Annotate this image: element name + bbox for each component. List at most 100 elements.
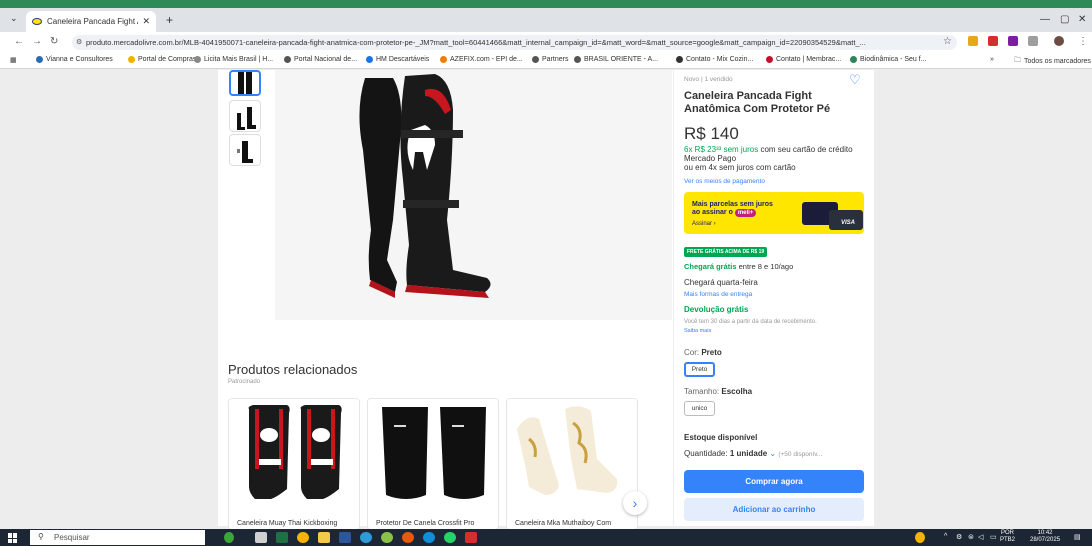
tray-app-icon[interactable]: ⚙ <box>956 533 962 541</box>
more-bookmarks-button[interactable]: » <box>990 56 994 63</box>
size-label: Tamanho: Escolha <box>684 387 753 396</box>
main-product-image[interactable] <box>275 70 672 320</box>
restore-icon[interactable]: ▢ <box>1060 14 1069 25</box>
close-window-icon[interactable]: ✕ <box>1078 14 1086 25</box>
extension-icon[interactable] <box>968 36 978 46</box>
minimize-icon[interactable]: — <box>1040 14 1050 25</box>
volume-icon[interactable]: ◁ <box>978 533 983 541</box>
forward-icon[interactable]: → <box>32 36 42 47</box>
meli-plus-badge: meli+ <box>734 209 757 217</box>
file-explorer-icon[interactable] <box>318 532 330 543</box>
bookmark-item[interactable]: Partners <box>532 56 568 63</box>
browser-tab[interactable]: Caneleira Pancada Fight Anatô ✕ <box>26 11 156 32</box>
extension-icon[interactable] <box>988 36 998 46</box>
bookmark-item[interactable]: Contato | Membrac... <box>766 56 841 63</box>
excel-icon[interactable] <box>276 532 288 543</box>
color-label: Cor: Preto <box>684 348 722 357</box>
product-thumbnail[interactable] <box>229 100 261 132</box>
color-option-preto[interactable]: Preto <box>684 362 715 377</box>
carousel-next-button[interactable]: › <box>623 491 647 515</box>
chevron-down-icon: ⌄ <box>769 449 777 458</box>
all-bookmarks-folder[interactable]: 🗀 Todos os marcadores <box>1014 56 1091 67</box>
firefox-icon[interactable] <box>402 532 414 543</box>
browser-menu-icon[interactable]: ⋮ <box>1078 36 1088 47</box>
edge-icon[interactable] <box>423 532 435 543</box>
more-delivery-options-link[interactable]: Mais formas de entrega <box>684 291 752 298</box>
related-product-card[interactable]: Caneleira Mka Muthaiboy Com <box>506 398 638 530</box>
product-title: Caneleira Pancada Fight Anatômica Com Pr… <box>684 90 831 115</box>
bookmark-item[interactable]: Contato - Mix Cozin... <box>676 56 753 63</box>
display-icon[interactable]: ▭ <box>990 533 997 541</box>
free-returns-title: Devolução grátis <box>684 305 749 314</box>
bookmark-item[interactable]: Vianna e Consultores <box>36 56 113 63</box>
bookmark-icon <box>366 56 373 63</box>
windows-start-icon[interactable] <box>8 533 18 543</box>
product-thumbnail[interactable] <box>229 134 261 166</box>
installments-info: 6x R$ 23³³ sem juros com seu cartão de c… <box>684 145 870 172</box>
taskbar-clock[interactable]: 10:42 28/07/2025 <box>1030 530 1060 544</box>
bookmark-icon <box>676 56 683 63</box>
bookmark-item[interactable]: Portal Nacional de... <box>284 56 357 63</box>
delivery-alt-estimate: Chegará quarta-feira <box>684 278 758 287</box>
payment-methods-link[interactable]: Ver os meios de pagamento <box>684 178 765 185</box>
bookmark-item[interactable]: BRASIL ORIENTE - A... <box>574 56 658 63</box>
bookmark-item[interactable]: Biodinâmica - Seu f... <box>850 56 927 63</box>
notifications-icon[interactable]: ▤ <box>1074 533 1081 541</box>
plant-app-icon[interactable] <box>224 532 234 543</box>
add-to-cart-button[interactable]: Adicionar ao carrinho <box>684 498 864 521</box>
quantity-selector[interactable]: Quantidade: 1 unidade ⌄ (+50 disponív... <box>684 449 822 458</box>
free-shipping-badge: FRETE GRÁTIS ACIMA DE R$ 19 <box>684 247 768 257</box>
bookmarks-bar: ▦ Vianna e Consultores Portal de Compras… <box>0 52 1092 69</box>
visa-card-icon: VISA <box>829 210 863 230</box>
bookmark-item[interactable]: HM Descartáveis <box>366 56 429 63</box>
tab-search-icon[interactable]: ⌄ <box>10 13 18 24</box>
muay-thai-shin-guard-image <box>229 399 359 509</box>
bookmark-icon <box>850 56 857 63</box>
chrome-icon[interactable] <box>297 532 309 543</box>
shin-guard-thumb-icon <box>238 72 252 94</box>
taskbar-search-input[interactable]: ⚲ Pesquisar <box>30 530 205 545</box>
acrobat-icon[interactable] <box>465 532 477 543</box>
buy-now-button[interactable]: Comprar agora <box>684 470 864 493</box>
tray-chevron-up-icon[interactable]: ^ <box>944 533 947 540</box>
installments-highlight: 6x R$ 23³³ sem juros <box>684 145 759 154</box>
close-tab-icon[interactable]: ✕ <box>142 16 150 27</box>
buy-box: Novo | 1 vendido ♡ Caneleira Pancada Fig… <box>673 70 874 526</box>
reload-icon[interactable]: ↻ <box>50 36 58 47</box>
bookmark-icon <box>36 56 43 63</box>
sponsored-label: Patrocinado <box>228 379 261 385</box>
whatsapp-icon[interactable] <box>444 532 456 543</box>
input-language[interactable]: POR PTB2 <box>1000 530 1015 544</box>
meli-plus-banner[interactable]: Mais parcelas sem juros ao assinar o mel… <box>684 192 864 234</box>
bookmark-item[interactable]: AZEFIX.com - EPI de... <box>440 56 523 63</box>
related-products-title: Produtos relacionados <box>228 362 358 377</box>
bookmark-item[interactable]: Portal de Compras <box>128 56 196 63</box>
tab-bar: ⌄ Caneleira Pancada Fight Anatô ✕ + — ▢ … <box>0 8 1092 32</box>
apps-grid-icon[interactable]: ▦ <box>10 56 17 64</box>
profile-avatar[interactable] <box>1054 36 1064 46</box>
url-field[interactable]: ⚙ produto.mercadolivre.com.br/MLB-404195… <box>72 35 957 50</box>
favorite-heart-icon[interactable]: ♡ <box>849 73 863 87</box>
network-icon[interactable]: ⊜ <box>968 533 974 541</box>
extensions-puzzle-icon[interactable] <box>1028 36 1038 46</box>
product-thumbnail[interactable] <box>229 70 261 96</box>
shin-guard-back-thumb-icon <box>237 141 253 163</box>
weather-icon[interactable] <box>915 532 925 543</box>
learn-more-link[interactable]: Saiba mais <box>684 328 711 334</box>
word-icon[interactable] <box>339 532 351 543</box>
app-drop-icon[interactable] <box>360 532 372 543</box>
bookmark-star-icon[interactable]: ☆ <box>943 36 952 47</box>
meli-subscribe-link[interactable]: Assinar › <box>692 221 716 227</box>
related-product-card[interactable]: Protetor De Canela Crossfit Pro <box>367 398 499 530</box>
related-product-card[interactable]: Caneleira Muay Thai Kickboxing <box>228 398 360 530</box>
size-option-unico[interactable]: unico <box>684 401 715 416</box>
task-view-icon[interactable] <box>255 532 267 543</box>
new-tab-button[interactable]: + <box>166 13 173 27</box>
bookmark-item[interactable]: Licita Mais Brasil | H... <box>194 56 273 63</box>
extension-icon[interactable] <box>1008 36 1018 46</box>
site-settings-icon[interactable]: ⚙ <box>76 38 82 46</box>
address-bar-row: ← → ↻ ⚙ produto.mercadolivre.com.br/MLB-… <box>0 32 1092 52</box>
back-icon[interactable]: ← <box>14 36 24 47</box>
url-text: produto.mercadolivre.com.br/MLB-40419500… <box>86 38 866 47</box>
app-icon[interactable] <box>381 532 393 543</box>
